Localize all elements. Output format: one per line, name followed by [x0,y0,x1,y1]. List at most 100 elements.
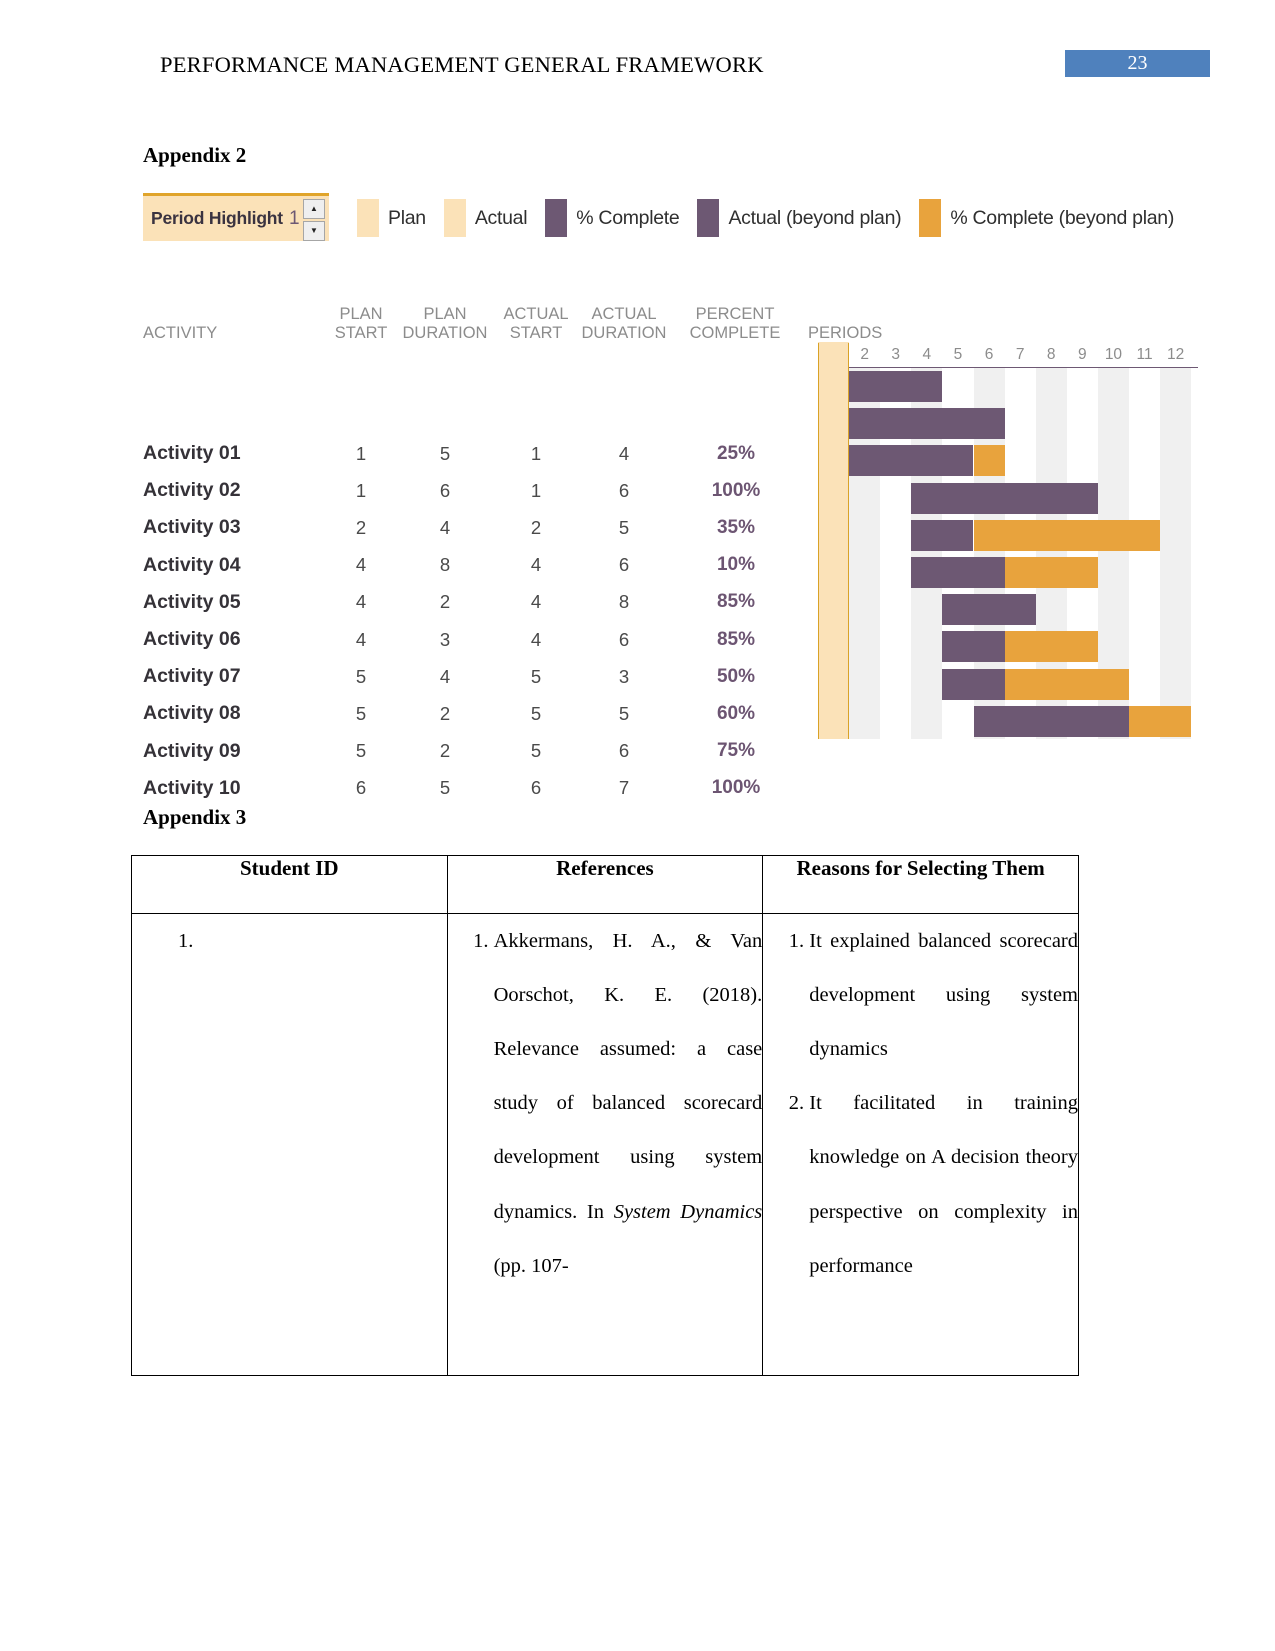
gantt-actual-start: 4 [530,591,542,613]
legend-swatch-actual-icon [443,199,466,237]
appendix-3-title: Appendix 3 [143,805,247,829]
period-highlight-label: Period Highlight [151,208,283,228]
legend-item-actual-beyond-plan: Actual (beyond plan) [697,199,902,237]
gantt-rows: Activity 01 1 5 1 4 25% Activity 02 1 6 1 6 100% Act… [143,358,1203,807]
legend-item-percent-complete-beyond-plan: % Complete (beyond plan) [919,199,1174,237]
gantt-plan-duration: 5 [439,777,451,799]
gantt-plan-start: 4 [355,628,367,650]
period-highlight-control[interactable]: Period Highlight 1 ▲ ▼ [143,193,329,241]
gantt-plan-start: 5 [355,740,367,762]
gantt-actual-start: 2 [530,516,542,538]
gantt-actual-start: 5 [530,740,542,762]
gantt-percent-complete: 60% [716,702,756,724]
gantt-plan-duration: 4 [439,516,451,538]
gantt-table-row: Activity 04 4 8 4 6 10% [143,547,1203,584]
references-list: Akkermans, H. A., & Van Oorschot, K. E. … [448,914,763,1293]
gantt-actual-duration: 4 [618,442,630,464]
legend-swatch-percent-complete-beyond-plan-icon [919,199,942,237]
reference-text-part2: (pp. 107- [493,1254,569,1277]
header-percent-complete-line2: COMPLETE [689,324,781,342]
legend-item-percent-complete: % Complete [545,199,680,237]
gantt-percent-complete: 25% [716,442,756,464]
gantt-plan-duration: 6 [439,479,451,501]
gantt-percent-complete: 85% [716,591,756,613]
gantt-plan-duration: 8 [439,554,451,576]
reason-text-1: It explained balanced scorecard developm… [809,930,1078,1061]
gantt-plan-start: 2 [355,516,367,538]
legend-label-actual-beyond-plan: Actual (beyond plan) [728,206,902,229]
gantt-table-row: Activity 10 6 5 6 7 100% [143,770,1203,807]
period-highlight-column [818,343,850,739]
gantt-plan-start: 5 [355,665,367,687]
page-number-badge: 23 [1065,50,1210,77]
list-item: Akkermans, H. A., & Van Oorschot, K. E. … [494,914,763,1293]
cell-reasons: It explained balanced scorecard developm… [762,913,1079,1376]
cell-references: Akkermans, H. A., & Van Oorschot, K. E. … [446,913,764,1376]
stepper-down-icon[interactable]: ▼ [303,221,325,241]
list-item: It explained balanced scorecard developm… [809,914,1078,1076]
gantt-percent-complete: 100% [711,479,761,501]
legend-item-actual: Actual [443,199,528,237]
legend-items: Plan Actual % Complete Actual (beyond pl… [357,193,1192,237]
gantt-plan-duration: 3 [439,628,451,650]
legend-label-percent-complete-beyond-plan: % Complete (beyond plan) [950,206,1175,229]
gantt-actual-duration: 8 [618,591,630,613]
legend-swatch-plan-icon [357,199,379,237]
document-running-header: PERFORMANCE MANAGEMENT GENERAL FRAMEWORK [160,52,764,77]
gantt-activity-name: Activity 05 [143,590,241,613]
legend-label-plan: Plan [388,206,426,229]
gantt-table-row: Activity 06 4 3 4 6 85% [143,621,1203,658]
gantt-actual-start: 1 [530,479,542,501]
gantt-table-row: Activity 02 1 6 1 6 100% [143,472,1203,509]
legend-label-actual: Actual [474,206,528,229]
gantt-actual-start: 5 [530,702,542,724]
reason-text-2: It facilitated in training knowledge on … [809,1092,1078,1277]
gantt-actual-duration: 3 [618,665,630,687]
gantt-table-row: Activity 01 1 5 1 4 25% [143,435,1203,472]
gantt-actual-start: 4 [530,554,542,576]
table-header-row: Student ID References Reasons for Select… [131,855,1079,914]
gantt-legend-row: Period Highlight 1 ▲ ▼ Plan Actual % Com… [143,193,1203,249]
gantt-percent-complete: 50% [716,665,756,687]
gantt-percent-complete: 85% [716,628,756,650]
gantt-percent-complete: 100% [711,777,761,799]
column-header-student-id: Student ID [131,855,448,914]
gantt-activity-name: Activity 04 [143,553,241,576]
period-highlight-stepper[interactable]: ▲ ▼ [303,199,325,241]
table-row: 1. Akkermans, H. A., & Van Oorschot, K. … [131,913,1079,1376]
stepper-up-icon[interactable]: ▲ [303,199,325,219]
gantt-plan-duration: 2 [439,702,451,724]
gantt-plan-start: 4 [355,591,367,613]
gantt-plan-start: 5 [355,702,367,724]
gantt-percent-complete: 35% [716,516,756,538]
page-number: 23 [1127,52,1148,74]
cell-student-id: 1. [131,913,448,1376]
legend-swatch-percent-complete-icon [545,199,568,237]
reference-text-part1: Akkermans, H. A., & Van Oorschot, K. E. … [493,930,763,1223]
gantt-actual-duration: 6 [618,479,630,501]
gantt-table-row: Activity 05 4 2 4 8 85% [143,584,1203,621]
header-actual-duration-line2: DURATION [581,324,667,342]
gantt-activity-name: Activity 08 [143,702,241,725]
header-plan-duration-line2: DURATION [402,324,488,342]
gantt-plan-duration: 4 [439,665,451,687]
legend-swatch-actual-beyond-plan-icon [697,199,720,237]
gantt-actual-duration: 5 [618,516,630,538]
gantt-percent-complete: 75% [716,740,756,762]
gantt-actual-start: 1 [530,442,542,464]
header-plan-start-line2: START [334,324,388,342]
gantt-plan-start: 1 [355,442,367,464]
legend-item-plan: Plan [357,199,426,237]
gantt-actual-start: 5 [530,665,542,687]
period-highlight-value: 1 [288,207,300,229]
gantt-actual-duration: 5 [618,702,630,724]
gantt-plan-start: 1 [355,479,367,501]
gantt-plan-duration: 2 [439,591,451,613]
page-header: PERFORMANCE MANAGEMENT GENERAL FRAMEWORK… [0,50,1275,86]
gantt-plan-duration: 5 [439,442,451,464]
gantt-table-row: Activity 03 2 4 2 5 35% [143,509,1203,546]
appendix-3-table: Student ID References Reasons for Select… [131,855,1079,1376]
gantt-activity-name: Activity 09 [143,739,241,762]
reference-italic-title: System Dynamics [613,1200,763,1223]
column-header-references: References [446,855,764,914]
